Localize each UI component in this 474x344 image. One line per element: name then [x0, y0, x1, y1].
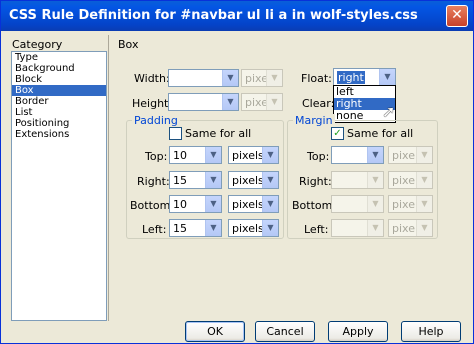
- chevron-down-icon[interactable]: ▼: [367, 147, 383, 163]
- chevron-down-icon[interactable]: ▼: [205, 147, 221, 163]
- chevron-down-icon: ▼: [367, 220, 383, 236]
- padding-right-value: 15: [173, 174, 187, 187]
- padding-left-combo[interactable]: 15 ▼: [169, 219, 222, 237]
- category-item-type[interactable]: Type: [12, 52, 106, 63]
- chevron-down-icon[interactable]: ▼: [379, 69, 395, 85]
- margin-left-combo: ▼: [331, 219, 384, 237]
- ok-button[interactable]: OK: [185, 321, 245, 342]
- float-select[interactable]: right ▼: [333, 68, 396, 86]
- category-item-box[interactable]: Box: [12, 85, 106, 96]
- chevron-down-icon: ▼: [416, 220, 432, 236]
- chevron-down-icon: ▼: [367, 172, 383, 188]
- padding-left-label: Left:: [142, 223, 167, 236]
- chevron-down-icon: ▼: [416, 196, 432, 212]
- margin-right-unit: pixels ▼: [388, 171, 433, 189]
- margin-right-label: Right:: [299, 175, 332, 188]
- padding-left-value: 15: [173, 222, 187, 235]
- chevron-down-icon[interactable]: ▼: [262, 172, 278, 188]
- cancel-button[interactable]: Cancel: [255, 321, 315, 342]
- chevron-down-icon[interactable]: ▼: [222, 70, 238, 86]
- category-header: Category: [12, 38, 63, 51]
- clear-label: Clear:: [302, 97, 335, 110]
- width-combo[interactable]: ▼: [168, 69, 239, 87]
- padding-left-unit[interactable]: pixels ▼: [228, 219, 279, 237]
- padding-right-label: Right:: [137, 175, 170, 188]
- chevron-down-icon[interactable]: ▼: [262, 196, 278, 212]
- divider: [108, 35, 109, 321]
- chevron-down-icon: ▼: [416, 172, 432, 188]
- padding-same-checkbox[interactable]: [169, 127, 182, 140]
- chevron-down-icon[interactable]: ▼: [205, 172, 221, 188]
- apply-button[interactable]: Apply: [328, 321, 388, 342]
- margin-bottom-unit: pixels ▼: [388, 195, 433, 213]
- chevron-down-icon: ▼: [266, 94, 282, 110]
- width-unit-select: pixels ▼: [241, 69, 283, 87]
- margin-bottom-label: Bottom:: [292, 199, 337, 212]
- padding-top-unit-value: pixels: [232, 149, 264, 162]
- padding-bottom-unit-value: pixels: [232, 198, 264, 211]
- chevron-down-icon[interactable]: ▼: [205, 220, 221, 236]
- margin-left-unit: pixels ▼: [388, 219, 433, 237]
- padding-same-label: Same for all: [185, 127, 252, 140]
- margin-top-unit: pixels ▼: [388, 146, 433, 164]
- padding-right-unit-value: pixels: [232, 174, 264, 187]
- category-item-border[interactable]: Border: [12, 96, 106, 107]
- margin-left-label: Left:: [304, 223, 329, 236]
- width-label: Width:: [134, 72, 170, 85]
- chevron-down-icon[interactable]: ▼: [205, 196, 221, 212]
- margin-same-label: Same for all: [347, 127, 414, 140]
- chevron-down-icon: ▼: [367, 196, 383, 212]
- float-value: right: [337, 71, 365, 84]
- padding-right-unit[interactable]: pixels ▼: [228, 171, 279, 189]
- margin-bottom-combo: ▼: [331, 195, 384, 213]
- category-list[interactable]: Type Background Block Box Border List Position…: [11, 51, 107, 321]
- height-combo[interactable]: ▼: [168, 93, 239, 111]
- category-item-list[interactable]: List: [12, 107, 106, 118]
- height-label: Height:: [132, 97, 173, 110]
- height-unit-select: pixels ▼: [241, 93, 283, 111]
- mouse-cursor-icon: ➚: [382, 102, 396, 121]
- padding-bottom-label: Bottom:: [130, 199, 175, 212]
- padding-top-value: 10: [173, 149, 187, 162]
- margin-top-combo[interactable]: ▼: [331, 146, 384, 164]
- dialog-title: CSS Rule Definition for #navbar ul li a …: [9, 8, 418, 23]
- chevron-down-icon: ▼: [266, 70, 282, 86]
- padding-top-label: Top:: [145, 150, 168, 163]
- margin-legend: Margin: [293, 114, 335, 127]
- padding-top-combo[interactable]: 10 ▼: [169, 146, 222, 164]
- category-item-block[interactable]: Block: [12, 74, 106, 85]
- chevron-down-icon[interactable]: ▼: [222, 94, 238, 110]
- padding-left-unit-value: pixels: [232, 222, 264, 235]
- float-label: Float:: [301, 72, 332, 85]
- close-icon[interactable]: ✕: [446, 5, 468, 27]
- dialog-window: CSS Rule Definition for #navbar ul li a …: [0, 0, 474, 344]
- title-bar[interactable]: CSS Rule Definition for #navbar ul li a …: [1, 1, 473, 31]
- category-item-background[interactable]: Background: [12, 63, 106, 74]
- padding-top-unit[interactable]: pixels ▼: [228, 146, 279, 164]
- category-item-extensions[interactable]: Extensions: [12, 129, 106, 140]
- margin-same-checkbox[interactable]: ✓: [331, 127, 344, 140]
- chevron-down-icon[interactable]: ▼: [262, 220, 278, 236]
- margin-top-label: Top:: [307, 150, 330, 163]
- padding-right-combo[interactable]: 15 ▼: [169, 171, 222, 189]
- padding-bottom-value: 10: [173, 198, 187, 211]
- help-button[interactable]: Help: [401, 321, 461, 342]
- padding-bottom-unit[interactable]: pixels ▼: [228, 195, 279, 213]
- margin-right-combo: ▼: [331, 171, 384, 189]
- category-item-positioning[interactable]: Positioning: [12, 118, 106, 129]
- padding-bottom-combo[interactable]: 10 ▼: [169, 195, 222, 213]
- panel-title: Box: [118, 38, 139, 51]
- chevron-down-icon[interactable]: ▼: [262, 147, 278, 163]
- chevron-down-icon: ▼: [416, 147, 432, 163]
- padding-legend: Padding: [132, 114, 180, 127]
